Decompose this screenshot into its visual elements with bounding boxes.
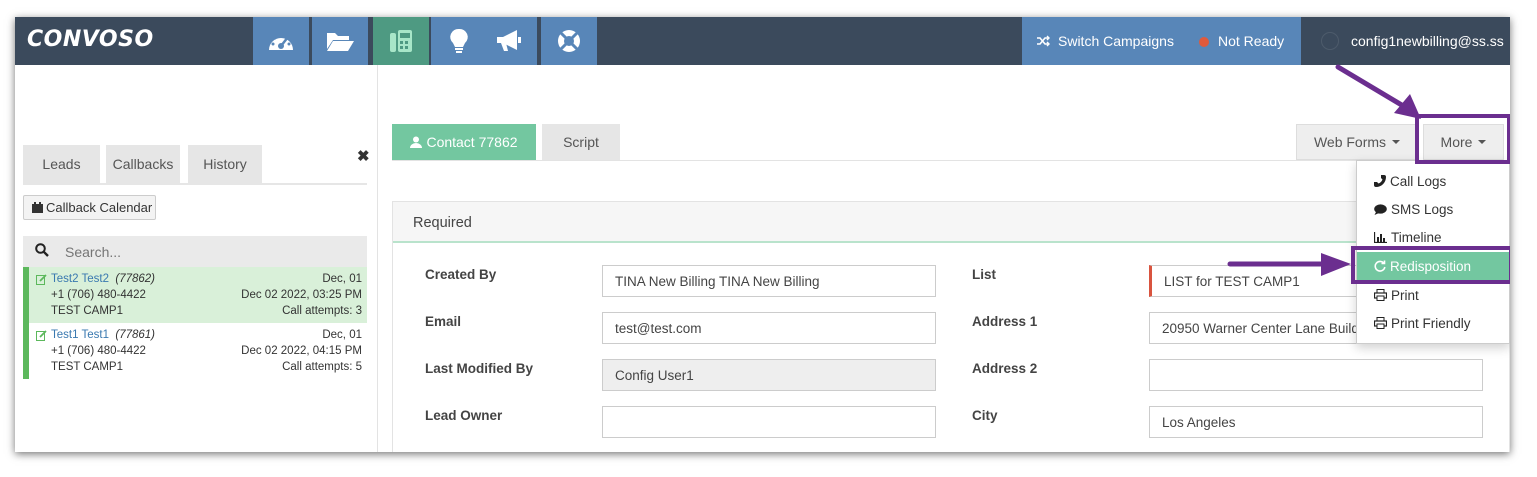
caret-down-icon [1392, 140, 1401, 144]
required-panel: Required Created By TINA New Billing TIN… [392, 201, 1510, 452]
annotation-arrow-redisposition [1227, 253, 1351, 276]
ideas-nav-button[interactable] [431, 17, 488, 65]
bullhorn-icon [497, 30, 521, 51]
lead-list-item[interactable]: Test2 Test2 (77862) +1 (706) 480-4422 TE… [23, 267, 367, 323]
field-label: Created By [425, 267, 497, 282]
lightbulb-icon [450, 28, 468, 53]
campaign-controls: Switch Campaigns Not Ready [1022, 17, 1301, 65]
lead-attempts: Call attempts: 3 [282, 305, 362, 317]
user-email[interactable]: config1newbilling@ss.ss [1351, 33, 1504, 49]
lead-search [23, 236, 367, 267]
email-field[interactable]: test@test.com [602, 312, 936, 344]
tabs-divider [23, 183, 367, 185]
left-panel: Leads Callbacks History ✖ Callback Calen… [15, 65, 378, 452]
menu-item-call-logs[interactable]: Call Logs [1357, 167, 1509, 195]
print-icon [1374, 317, 1387, 329]
folder-open-icon [327, 33, 354, 51]
tab-leads[interactable]: Leads [23, 145, 100, 183]
annotation-box-more [1415, 114, 1510, 164]
web-forms-label: Web Forms [1313, 134, 1387, 150]
lead-owner-field[interactable] [602, 406, 936, 438]
phone-icon [1374, 175, 1386, 187]
search-input[interactable] [65, 239, 355, 264]
menu-item-label: Print Friendly [1391, 315, 1471, 331]
lead-phone: +1 (706) 480-4422 [51, 289, 146, 301]
lead-list-item[interactable]: Test1 Test1 (77861) +1 (706) 480-4422 TE… [23, 323, 367, 379]
top-navbar: CONVOSO Switch Campaigns Not Ready confi… [15, 17, 1510, 65]
switch-campaigns-label: Switch Campaigns [1058, 33, 1174, 49]
field-label: List [972, 267, 997, 282]
tabs-divider [392, 160, 1510, 161]
tab-history[interactable]: History [188, 145, 262, 183]
last-modified-by-field: Config User1 [602, 359, 936, 391]
lead-name[interactable]: Test2 Test2 (77862) [51, 273, 155, 285]
menu-item-label: Call Logs [1390, 173, 1447, 189]
lead-date-short: Dec, 01 [322, 273, 362, 285]
search-icon [35, 243, 49, 257]
annotation-arrow-more [1335, 64, 1421, 119]
user-avatar[interactable] [1321, 32, 1339, 50]
contact-tab-label: Contact 77862 [426, 134, 518, 150]
address2-field[interactable] [1149, 359, 1483, 391]
print-icon [1374, 289, 1387, 301]
help-nav-button[interactable] [541, 17, 598, 65]
menu-item-label: SMS Logs [1391, 201, 1454, 217]
lead-attempts: Call attempts: 5 [282, 361, 362, 373]
lead-id: (77862) [115, 273, 155, 285]
field-label: Address 1 [972, 314, 1038, 329]
lead-date-long: Dec 02 2022, 03:25 PM [241, 289, 362, 301]
callback-calendar-button[interactable]: Callback Calendar [23, 195, 156, 220]
address1-field[interactable]: 20950 Warner Center Lane Building [1149, 312, 1359, 344]
callback-calendar-label: Callback Calendar [46, 200, 153, 215]
field-label: Last Modified By [425, 361, 534, 376]
web-forms-dropdown[interactable]: Web Forms [1296, 124, 1418, 160]
menu-item-label: Print [1391, 287, 1419, 303]
shuffle-icon [1037, 35, 1050, 47]
menu-item-sms-logs[interactable]: SMS Logs [1357, 195, 1509, 223]
phone-nav-button[interactable] [373, 17, 430, 65]
user-icon [410, 136, 423, 148]
lead-id: (77861) [115, 329, 155, 341]
lead-name[interactable]: Test1 Test1 (77861) [51, 329, 155, 341]
app-window: CONVOSO Switch Campaigns Not Ready confi… [15, 17, 1510, 452]
comment-icon [1374, 203, 1387, 215]
city-field[interactable]: Los Angeles [1149, 406, 1483, 438]
edit-icon[interactable] [36, 330, 47, 341]
menu-item-print-friendly[interactable]: Print Friendly [1357, 309, 1509, 337]
lead-campaign: TEST CAMP1 [51, 305, 123, 317]
tab-script[interactable]: Script [542, 124, 620, 160]
folder-nav-button[interactable] [312, 17, 369, 65]
status-label: Not Ready [1218, 33, 1285, 49]
tab-contact[interactable]: Contact 77862 [392, 124, 536, 160]
menu-item-print[interactable]: Print [1357, 281, 1509, 309]
field-label: Email [425, 314, 462, 329]
lead-date-short: Dec, 01 [322, 329, 362, 341]
created-by-field[interactable]: TINA New Billing TINA New Billing [602, 265, 936, 297]
menu-item-label: Timeline [1391, 229, 1442, 245]
dashboard-icon [269, 33, 293, 50]
annotation-box-redisposition [1351, 246, 1510, 284]
field-label: City [972, 408, 998, 423]
close-icon[interactable]: ✖ [357, 147, 370, 165]
status-gear-icon [1199, 37, 1209, 47]
panel-header: Required [393, 202, 1509, 243]
not-ready-status-button[interactable]: Not Ready [1199, 33, 1284, 49]
edit-icon[interactable] [36, 274, 47, 285]
field-label: Address 2 [972, 361, 1038, 376]
convoso-logo: CONVOSO [27, 27, 154, 52]
field-label: Lead Owner [425, 408, 503, 423]
lead-date-long: Dec 02 2022, 04:15 PM [241, 345, 362, 357]
panel-title: Required [413, 215, 472, 231]
calendar-icon [32, 202, 43, 213]
dashboard-nav-button[interactable] [253, 17, 310, 65]
lead-phone: +1 (706) 480-4422 [51, 345, 146, 357]
broadcast-nav-button[interactable] [481, 17, 538, 65]
fax-phone-icon [390, 30, 412, 52]
tab-callbacks[interactable]: Callbacks [106, 145, 180, 183]
lead-campaign: TEST CAMP1 [51, 361, 123, 373]
switch-campaigns-button[interactable]: Switch Campaigns [1036, 33, 1174, 49]
life-ring-icon [558, 30, 580, 52]
bar-chart-icon [1374, 231, 1387, 243]
